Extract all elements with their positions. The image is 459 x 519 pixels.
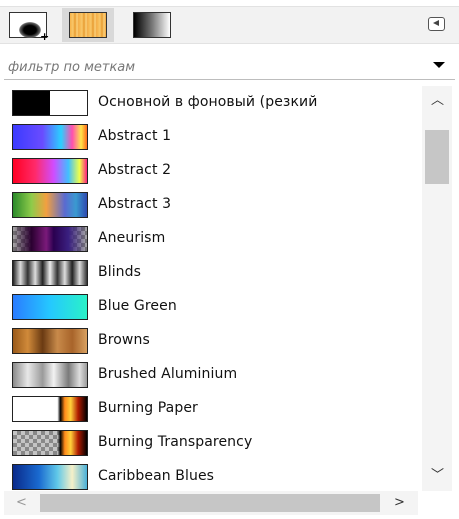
gradient-swatch [12,90,88,116]
gradients-tab[interactable] [126,8,178,42]
gradient-swatch [12,396,88,422]
gradient-label: Caribbean Blues [98,468,215,484]
chevron-down-icon[interactable]: ﹀ [431,469,444,482]
tag-filter-input[interactable] [8,57,408,77]
brushes-tab[interactable]: + [2,8,54,42]
gradient-list-item[interactable]: Blinds [4,256,418,290]
pattern-icon [69,12,107,38]
gradient-list-item[interactable]: Browns [4,324,418,358]
tag-filter [4,55,455,80]
gradient-swatch [12,464,88,490]
brush-icon: + [9,12,49,42]
gradient-label: Abstract 2 [98,162,172,178]
toolbar-spacer [190,8,455,42]
dockable-toolbar: + [0,0,459,50]
gradient-swatch [12,124,88,150]
gradient-list-item[interactable]: Brushed Aluminium [4,358,418,392]
chevron-down-icon[interactable] [433,62,445,68]
gradient-label: Aneurism [98,230,166,246]
gradient-swatch [12,294,88,320]
gradient-list-item[interactable]: Caribbean Blues [4,460,418,491]
gradient-label: Abstract 1 [98,128,172,144]
gradient-swatch [12,158,88,184]
gradient-list-item[interactable]: Abstract 3 [4,188,418,222]
gradient-swatch [12,430,88,456]
gradient-label: Browns [98,332,150,348]
gradient-swatch [12,328,88,354]
gradient-list-item[interactable]: Burning Paper [4,392,418,426]
gradient-swatch [12,260,88,286]
gradient-label: Blue Green [98,298,177,314]
gradient-list-item[interactable]: Abstract 1 [4,120,418,154]
gradient-label: Blinds [98,264,142,280]
gradient-swatch [12,226,88,252]
gradient-swatch [12,362,88,388]
gradient-label: Brushed Aluminium [98,366,238,382]
gradient-swatch [12,192,88,218]
gradient-list-item[interactable]: Blue Green [4,290,418,324]
horizontal-scroll-thumb[interactable] [40,494,380,512]
panel-menu-icon[interactable] [428,17,445,31]
gradient-list-item[interactable]: Abstract 2 [4,154,418,188]
chevron-left-icon[interactable]: < [16,496,27,509]
vertical-scroll-thumb[interactable] [425,130,449,184]
gradient-label: Burning Transparency [98,434,253,450]
gradient-list-item[interactable]: Burning Transparency [4,426,418,460]
gradient-label: Основной в фоновый (резкий [98,94,318,110]
gradient-label: Burning Paper [98,400,198,416]
chevron-up-icon[interactable]: ︿ [431,94,444,107]
gradient-icon [133,12,171,38]
gradient-list: Основной в фоновый (резкий Abstract 1 Abst… [4,86,418,491]
chevron-right-icon[interactable]: > [394,496,405,509]
gradient-list-item[interactable]: Основной в фоновый (резкий [4,86,418,120]
patterns-tab[interactable] [62,8,114,42]
horizontal-scrollbar[interactable]: < > [4,491,418,515]
gradient-label: Abstract 3 [98,196,172,212]
gradient-list-item[interactable]: Aneurism [4,222,418,256]
vertical-scrollbar[interactable]: ︿ ﹀ [422,86,452,491]
